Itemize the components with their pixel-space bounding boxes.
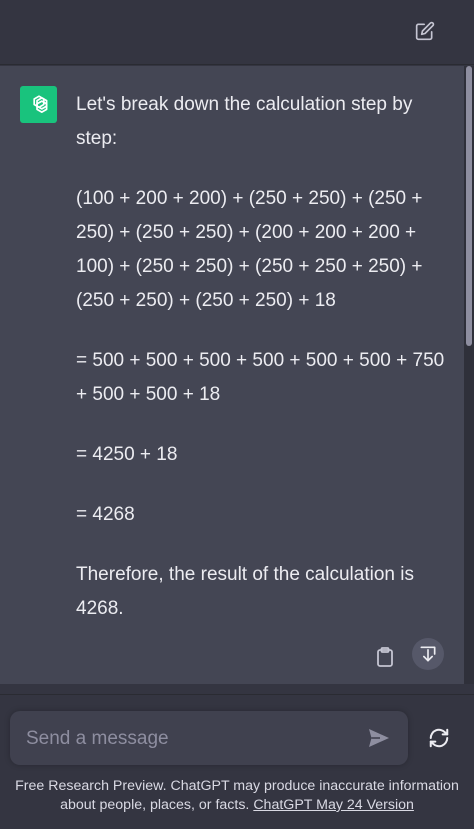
send-button[interactable] — [366, 725, 392, 751]
new-chat-button[interactable] — [414, 20, 436, 42]
scrollbar[interactable] — [464, 66, 474, 684]
message-paragraph: Therefore, the result of the calculation… — [76, 564, 414, 619]
message-input[interactable] — [24, 719, 358, 759]
message-paragraph: (100 + 200 + 200) + (250 + 250) + (250 +… — [76, 188, 423, 311]
copy-button[interactable] — [372, 644, 398, 670]
message-content: Let's break down the calculation step by… — [76, 88, 446, 652]
message-paragraph: = 4250 + 18 — [76, 444, 178, 465]
message-actions — [372, 638, 448, 674]
message-input-box — [10, 711, 408, 765]
clipboard-icon — [377, 647, 393, 667]
top-bar — [0, 0, 474, 65]
refresh-icon — [429, 728, 449, 748]
version-link[interactable]: ChatGPT May 24 Version — [253, 797, 414, 813]
message-paragraph: = 500 + 500 + 500 + 500 + 500 + 500 + 75… — [76, 350, 445, 405]
composer-area: Free Research Preview. ChatGPT may produ… — [0, 694, 474, 829]
regenerate-button[interactable] — [426, 725, 452, 751]
openai-logo-icon — [32, 94, 47, 113]
message-paragraph: Let's break down the calculation step by… — [76, 94, 413, 149]
assistant-avatar — [20, 86, 57, 123]
paper-plane-icon — [369, 729, 389, 747]
arrow-down-icon — [420, 646, 436, 662]
edit-square-icon — [415, 21, 435, 41]
message-paragraph: = 4268 — [76, 504, 135, 525]
scroll-to-bottom-button[interactable] — [412, 638, 444, 670]
assistant-message: Let's break down the calculation step by… — [0, 66, 464, 684]
footer-disclaimer: Free Research Preview. ChatGPT may produ… — [0, 777, 474, 815]
scrollbar-thumb[interactable] — [466, 66, 472, 346]
